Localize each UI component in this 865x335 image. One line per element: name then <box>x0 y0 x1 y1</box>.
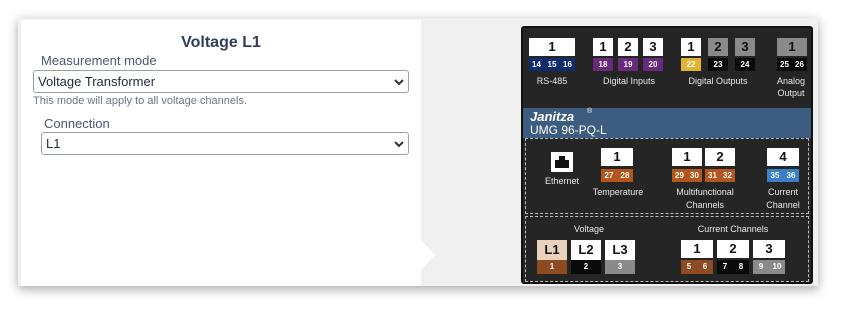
voltage-pin: 3 <box>605 260 635 274</box>
temperature-terminal[interactable]: 1 <box>601 148 633 166</box>
voltage-pin: 1 <box>537 260 567 274</box>
digital-output-pin: 22 <box>681 58 701 71</box>
digital-input-2[interactable]: 2 <box>618 38 638 56</box>
voltage-label: Voltage <box>573 224 605 234</box>
digital-input-1[interactable]: 1 <box>593 38 613 56</box>
voltage-l3-terminal[interactable]: L3 <box>605 240 635 260</box>
analog-output-label-1: Analog <box>776 76 806 86</box>
analog-output-terminal[interactable]: 1 <box>777 38 807 56</box>
current-channel-pin: 8 <box>733 260 749 274</box>
panel-pointer <box>421 240 435 270</box>
rs485-pin: 15 <box>544 58 560 71</box>
digital-input-pin: 18 <box>593 58 613 71</box>
settings-panel: Voltage L1 Measurement mode Voltage Tran… <box>21 20 421 286</box>
current-channel-pin: 10 <box>769 260 785 274</box>
current-channel-label-1: Current <box>767 187 798 197</box>
digital-output-pin: 24 <box>735 58 755 71</box>
current-channel-pin: 6 <box>697 260 713 274</box>
temperature-pin: 27 <box>601 169 617 182</box>
multifunctional-pin: 30 <box>687 169 702 182</box>
current-channel-pin: 9 <box>753 260 769 274</box>
digital-output-pin: 23 <box>708 58 728 71</box>
brand-strip: Janitza ® UMG 96-PQ-L <box>523 108 811 138</box>
model-name: UMG 96-PQ-L <box>530 123 607 137</box>
current-channel-pin: 35 <box>767 169 783 182</box>
current-channel-pin: 5 <box>681 260 697 274</box>
chevron-down-icon <box>394 79 404 86</box>
rs485-pin: 16 <box>560 58 575 71</box>
ethernet-label: Ethernet <box>544 176 580 186</box>
panel-title: Voltage L1 <box>181 34 261 51</box>
voltage-l1-terminal[interactable]: L1 <box>537 240 567 260</box>
multifunctional-label-2: Channels <box>685 200 725 210</box>
current-channel-1[interactable]: 1 <box>681 240 713 258</box>
digital-output-1[interactable]: 1 <box>681 38 701 56</box>
current-channel-3[interactable]: 3 <box>753 240 785 258</box>
multifunctional-pin: 32 <box>720 169 735 182</box>
ethernet-icon[interactable] <box>551 152 573 172</box>
connection-label: Connection <box>44 116 110 131</box>
connection-value: L1 <box>46 136 61 151</box>
rs485-label: RS-485 <box>536 76 568 86</box>
device-diagram: 1 14 15 16 RS-485 1 2 3 18 19 20 Digital… <box>521 26 813 284</box>
analog-output-label-2: Output <box>777 88 805 98</box>
analog-output-pin: 26 <box>792 58 807 71</box>
measurement-mode-label: Measurement mode <box>41 53 157 68</box>
current-channel-pin: 36 <box>783 169 799 182</box>
digital-output-2[interactable]: 2 <box>708 38 728 56</box>
digital-input-pin: 20 <box>643 58 663 71</box>
multifunctional-label-1: Multifunctional <box>676 187 734 197</box>
multifunctional-2[interactable]: 2 <box>705 148 735 166</box>
measurement-mode-select[interactable]: Voltage Transformer <box>33 70 409 93</box>
voltage-pin: 2 <box>571 260 601 274</box>
digital-outputs-label: Digital Outputs <box>688 76 748 86</box>
current-channels-label: Current Channels <box>697 224 769 234</box>
brand-mark: ® <box>587 108 593 115</box>
multifunctional-pin: 29 <box>672 169 687 182</box>
current-channel-label-2: Channel <box>766 200 800 210</box>
mode-hint: This mode will apply to all voltage chan… <box>33 95 248 107</box>
chevron-down-icon <box>394 141 404 148</box>
digital-input-3[interactable]: 3 <box>643 38 663 56</box>
digital-input-pin: 19 <box>618 58 638 71</box>
rs485-pin: 14 <box>529 58 544 71</box>
digital-inputs-label: Digital Inputs <box>602 76 656 86</box>
analog-output-pin: 25 <box>777 58 792 71</box>
temperature-label: Temperature <box>592 187 644 197</box>
current-channel-4[interactable]: 4 <box>767 148 799 166</box>
temperature-pin: 28 <box>617 169 633 182</box>
voltage-l2-terminal[interactable]: L2 <box>571 240 601 260</box>
multifunctional-1[interactable]: 1 <box>672 148 702 166</box>
current-channel-2[interactable]: 2 <box>717 240 749 258</box>
brand-name: Janitza <box>530 109 575 124</box>
digital-output-3[interactable]: 3 <box>735 38 755 56</box>
multifunctional-pin: 31 <box>705 169 720 182</box>
current-channel-pin: 7 <box>717 260 733 274</box>
rs485-terminal[interactable]: 1 <box>529 38 575 56</box>
measurement-mode-value: Voltage Transformer <box>38 74 156 89</box>
connection-select[interactable]: L1 <box>41 132 409 155</box>
